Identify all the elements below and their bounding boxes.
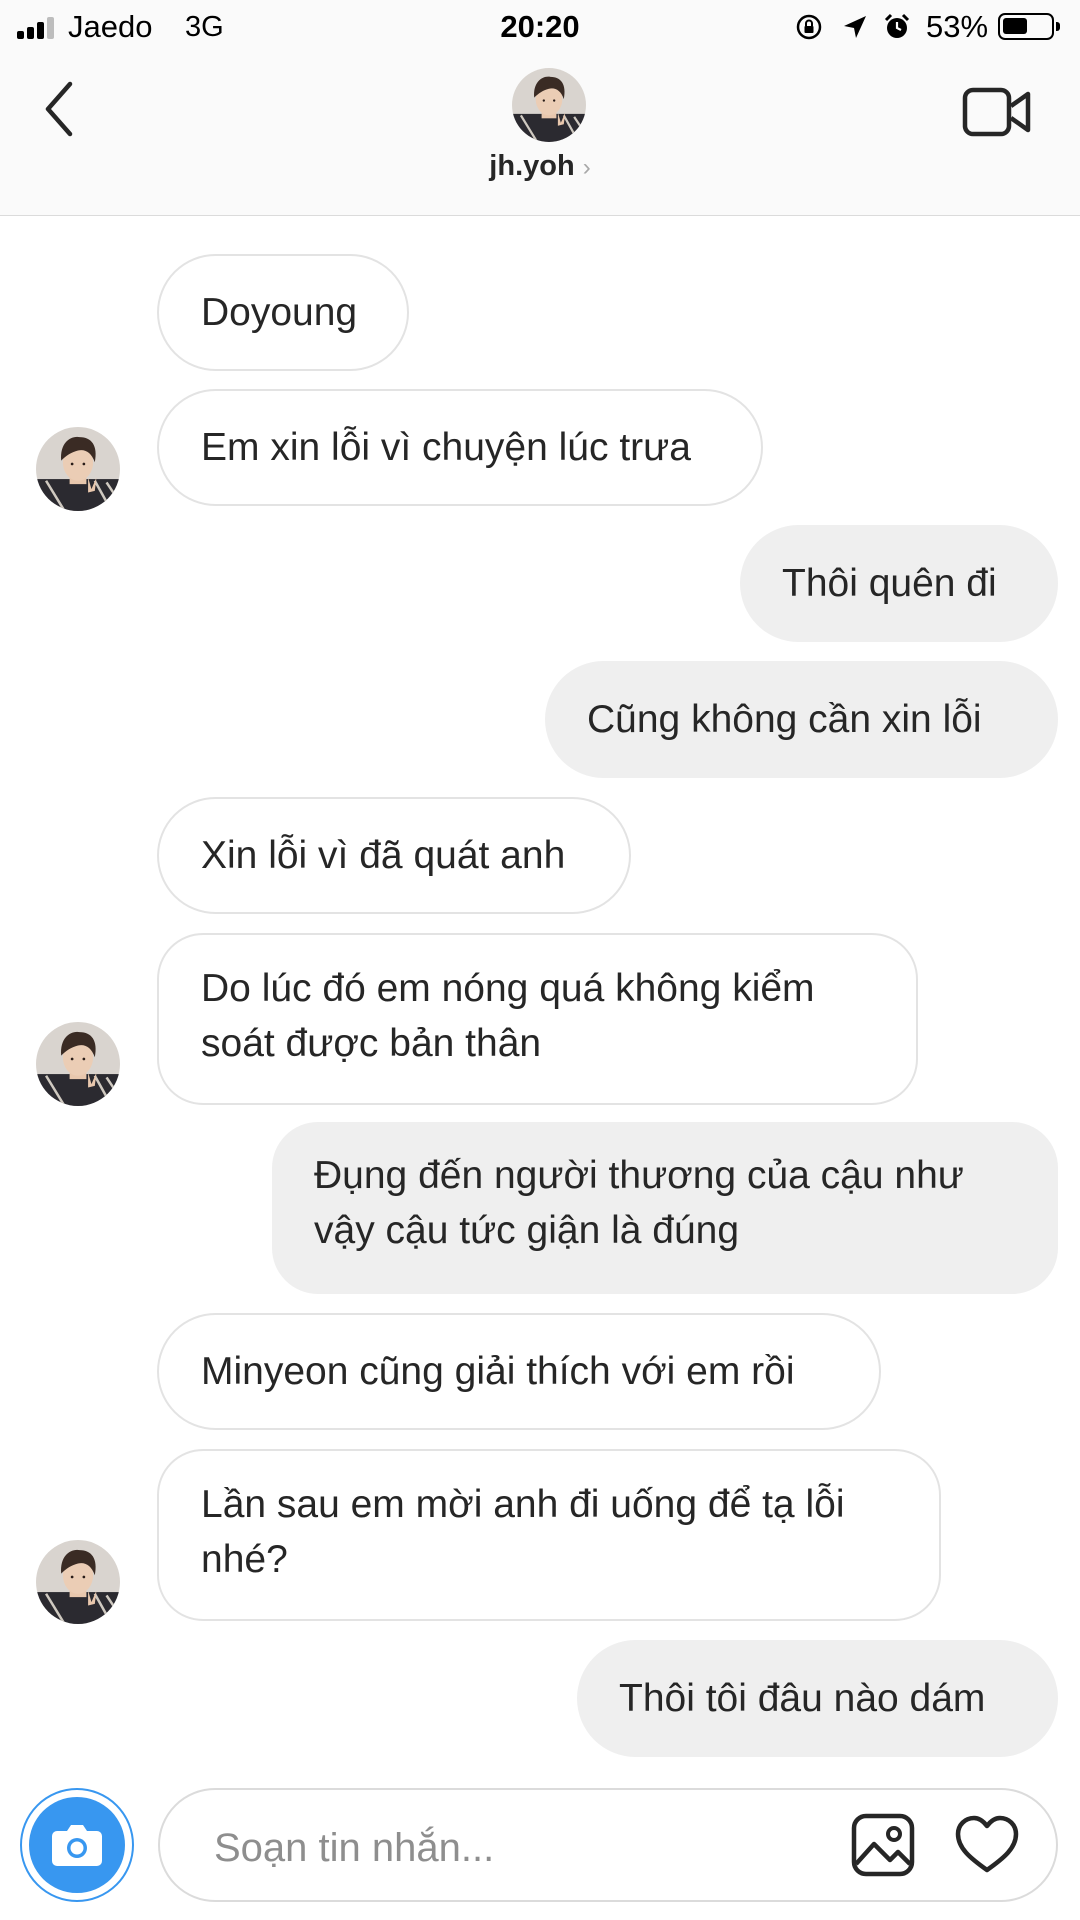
header-avatar[interactable] [512,68,586,142]
message-text: Thôi quên đi [782,562,997,605]
message-bubble-outgoing[interactable]: Cũng không cần xin lỗi [545,661,1058,778]
sender-avatar[interactable] [36,427,120,511]
message-bubble-incoming[interactable]: Em xin lỗi vì chuyện lúc trưa [157,389,763,506]
back-chevron-icon[interactable] [36,76,92,142]
message-text: Thôi tôi đâu nào dám [619,1677,986,1720]
message-text: Doyoung [201,291,358,334]
battery-icon [998,13,1060,40]
location-arrow-icon [844,16,866,38]
heart-icon[interactable] [954,1814,1020,1876]
sender-avatar[interactable] [36,1540,120,1624]
message-bubble-outgoing[interactable]: Thôi quên đi [740,525,1058,642]
message-text: Lần sau em mời anh đi uống để tạ lỗi nhé… [201,1483,845,1581]
camera-button[interactable] [20,1788,134,1902]
orientation-lock-icon [796,14,822,40]
video-camera-icon[interactable] [962,84,1032,140]
username: jh.yoh [489,150,575,182]
message-bubble-incoming[interactable]: Minyeon cũng giải thích với em rồi [157,1313,881,1430]
battery-percent: 53% [926,9,989,44]
message-composer [158,1788,1058,1902]
message-text: Do lúc đó em nóng quá không kiểm soát đư… [201,967,815,1065]
sender-avatar[interactable] [36,1022,120,1106]
message-bubble-outgoing[interactable]: Đụng đến người thương của cậu như vậy cậ… [272,1122,1058,1294]
message-text: Minyeon cũng giải thích với em rồi [201,1350,795,1393]
message-bubble-incoming[interactable]: Lần sau em mời anh đi uống để tạ lỗi nhé… [157,1449,941,1621]
message-input[interactable] [212,1820,776,1876]
message-text: Xin lỗi vì đã quát anh [201,834,566,877]
message-text: Cũng không cần xin lỗi [587,698,982,741]
message-bubble-incoming[interactable]: Do lúc đó em nóng quá không kiểm soát đư… [157,933,918,1105]
message-bubble-incoming[interactable]: Doyoung [157,254,409,371]
status-bar: Jaedo 3G 20:20 53% [0,0,1080,54]
status-time: 20:20 [500,9,580,44]
chat-header: jh.yoh › [0,54,1080,216]
message-bubble-incoming[interactable]: Xin lỗi vì đã quát anh [157,797,631,914]
gallery-icon[interactable] [850,1812,916,1878]
alarm-icon [884,13,910,38]
conversation-title[interactable]: jh.yoh › [0,150,1080,183]
message-bubble-outgoing[interactable]: Thôi tôi đâu nào dám [577,1640,1058,1757]
chevron-right-icon: › [582,154,591,181]
message-text: Đụng đến người thương của cậu như vậy cậ… [314,1154,964,1252]
camera-icon [52,1825,102,1866]
message-text: Em xin lỗi vì chuyện lúc trưa [201,426,691,469]
